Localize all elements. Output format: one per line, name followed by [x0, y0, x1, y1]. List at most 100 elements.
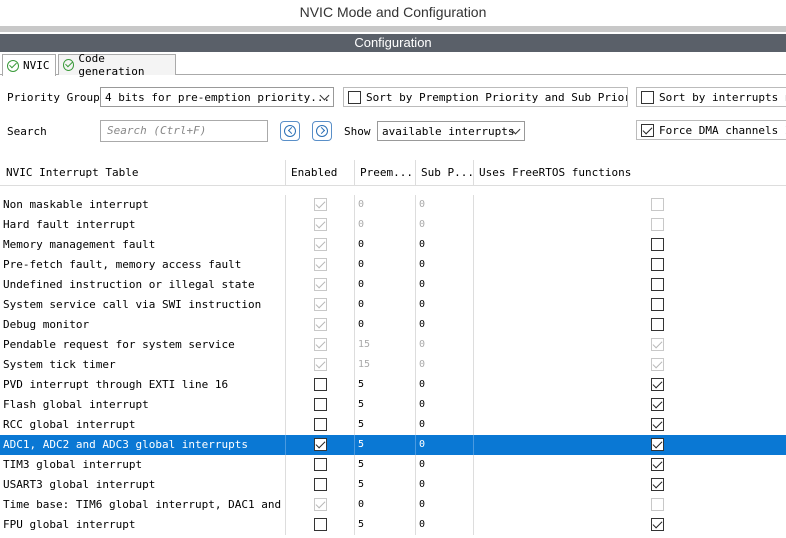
interrupt-name: TIM3 global interrupt	[3, 458, 143, 471]
sort-interrupts-checkbox[interactable]	[641, 90, 654, 104]
sub-priority-value[interactable]: 0	[417, 455, 472, 475]
tab-code-generation[interactable]: Code generation	[58, 52, 176, 78]
preemption-priority-value[interactable]: 0	[356, 275, 414, 295]
sub-priority-value[interactable]: 0	[417, 515, 472, 535]
sub-priority-value: 0	[419, 219, 426, 230]
enabled-checkbox[interactable]	[314, 478, 327, 491]
enabled-checkbox	[314, 338, 327, 351]
freertos-checkbox	[651, 498, 664, 511]
preemption-priority-value[interactable]: 5	[356, 435, 414, 455]
interrupt-name: RCC global interrupt	[3, 418, 136, 431]
freertos-checkbox[interactable]	[651, 518, 664, 531]
freertos-checkbox[interactable]	[651, 278, 664, 291]
preemption-priority-value[interactable]: 5	[356, 455, 414, 475]
force-dma-option[interactable]: Force DMA channels In	[636, 120, 786, 140]
search-next-button[interactable]	[312, 121, 332, 141]
search-input[interactable]: Search (Ctrl+F)	[100, 120, 268, 142]
sort-premption-label: Sort by Premption Priority and Sub Prior…	[366, 90, 628, 104]
column-header-enabled[interactable]: Enabled	[285, 160, 354, 186]
preemption-priority-value[interactable]: 5	[356, 475, 414, 495]
table-row[interactable]: Time base: TIM6 global interrupt, DAC1 a…	[0, 495, 786, 515]
interrupt-table-header: NVIC Interrupt Table Enabled Preem... Su…	[0, 160, 786, 186]
table-row[interactable]: USART3 global interrupt 5 0	[0, 475, 786, 495]
interrupt-name: Hard fault interrupt	[3, 218, 136, 231]
sort-interrupts-option[interactable]: Sort by interrupts nam	[636, 87, 786, 107]
interrupt-name: FPU global interrupt	[3, 518, 136, 531]
table-row[interactable]: ADC1, ADC2 and ADC3 global interrupts 5 0	[0, 435, 786, 455]
freertos-checkbox[interactable]	[651, 378, 664, 391]
enabled-checkbox[interactable]	[314, 418, 327, 431]
table-row[interactable]: System service call via SWI instruction 0…	[0, 295, 786, 315]
enabled-checkbox[interactable]	[314, 398, 327, 411]
preemption-priority-value[interactable]: 0	[356, 315, 414, 335]
sub-priority-value[interactable]: 0	[417, 375, 472, 395]
preemption-priority-value[interactable]: 0	[356, 255, 414, 275]
table-row[interactable]: Flash global interrupt 5 0	[0, 395, 786, 415]
preemption-priority-value[interactable]: 5	[356, 515, 414, 535]
sub-priority-value[interactable]: 0	[417, 475, 472, 495]
enabled-checkbox	[314, 238, 327, 251]
sort-premption-option[interactable]: Sort by Premption Priority and Sub Prior…	[343, 87, 628, 107]
preemption-priority-value[interactable]: 5	[356, 395, 414, 415]
column-header-name[interactable]: NVIC Interrupt Table	[0, 160, 285, 186]
table-row[interactable]: Undefined instruction or illegal state 0 0	[0, 275, 786, 295]
force-dma-checkbox[interactable]	[641, 123, 654, 137]
sub-priority-value[interactable]: 0	[417, 395, 472, 415]
priority-group-select[interactable]: 4 bits for pre-emption priority...	[100, 87, 334, 107]
column-header-sub-priority[interactable]: Sub P...	[415, 160, 473, 186]
table-row[interactable]: TIM3 global interrupt 5 0	[0, 455, 786, 475]
force-dma-label: Force DMA channels In	[659, 123, 786, 137]
freertos-checkbox[interactable]	[651, 258, 664, 271]
table-row[interactable]: System tick timer 15 0	[0, 355, 786, 375]
preemption-priority-value[interactable]: 0	[356, 495, 414, 515]
preemption-priority-value[interactable]: 0	[356, 295, 414, 315]
table-row[interactable]: Memory management fault 0 0	[0, 235, 786, 255]
enabled-checkbox[interactable]	[314, 378, 327, 391]
freertos-checkbox[interactable]	[651, 238, 664, 251]
freertos-checkbox[interactable]	[651, 318, 664, 331]
table-row[interactable]: Hard fault interrupt 0 0	[0, 215, 786, 235]
preemption-priority-value: 0	[358, 199, 365, 210]
freertos-checkbox[interactable]	[651, 418, 664, 431]
table-row[interactable]: Debug monitor 0 0	[0, 315, 786, 335]
enabled-checkbox[interactable]	[314, 438, 327, 451]
enabled-checkbox	[314, 358, 327, 371]
preemption-priority-value[interactable]: 5	[356, 375, 414, 395]
interrupt-name: Non maskable interrupt	[3, 198, 149, 211]
sub-priority-value[interactable]: 0	[417, 235, 472, 255]
sub-priority-value[interactable]: 0	[417, 415, 472, 435]
table-row[interactable]: RCC global interrupt 5 0	[0, 415, 786, 435]
enabled-checkbox[interactable]	[314, 458, 327, 471]
table-row[interactable]: Non maskable interrupt 0 0	[0, 195, 786, 215]
preemption-priority-value[interactable]: 5	[356, 415, 414, 435]
table-row[interactable]: PVD interrupt through EXTI line 16 5 0	[0, 375, 786, 395]
sub-priority-value[interactable]: 0	[417, 295, 472, 315]
table-row[interactable]: FPU global interrupt 5 0	[0, 515, 786, 535]
interrupt-name: Time base: TIM6 global interrupt, DAC1 a…	[3, 498, 283, 511]
enabled-checkbox[interactable]	[314, 518, 327, 531]
enabled-checkbox	[314, 278, 327, 291]
sort-interrupts-label: Sort by interrupts nam	[659, 90, 786, 104]
sub-priority-value: 0	[419, 199, 426, 210]
freertos-checkbox[interactable]	[651, 398, 664, 411]
table-row[interactable]: Pendable request for system service 15 0	[0, 335, 786, 355]
title-separator	[0, 26, 786, 32]
table-row[interactable]: Pre-fetch fault, memory access fault 0 0	[0, 255, 786, 275]
sub-priority-value[interactable]: 0	[417, 435, 472, 455]
sub-priority-value[interactable]: 0	[417, 495, 472, 515]
freertos-checkbox[interactable]	[651, 298, 664, 311]
sub-priority-value[interactable]: 0	[417, 255, 472, 275]
freertos-checkbox[interactable]	[651, 478, 664, 491]
sort-premption-checkbox[interactable]	[348, 90, 361, 104]
freertos-checkbox[interactable]	[651, 438, 664, 451]
show-select[interactable]: available interrupts	[377, 121, 525, 141]
tab-nvic[interactable]: NVIC	[2, 54, 56, 76]
enabled-checkbox	[314, 258, 327, 271]
sub-priority-value[interactable]: 0	[417, 315, 472, 335]
search-previous-button[interactable]	[280, 121, 300, 141]
preemption-priority-value[interactable]: 0	[356, 235, 414, 255]
sub-priority-value[interactable]: 0	[417, 275, 472, 295]
column-header-freertos[interactable]: Uses FreeRTOS functions	[473, 160, 786, 186]
freertos-checkbox[interactable]	[651, 458, 664, 471]
column-header-preemption[interactable]: Preem...	[354, 160, 415, 186]
